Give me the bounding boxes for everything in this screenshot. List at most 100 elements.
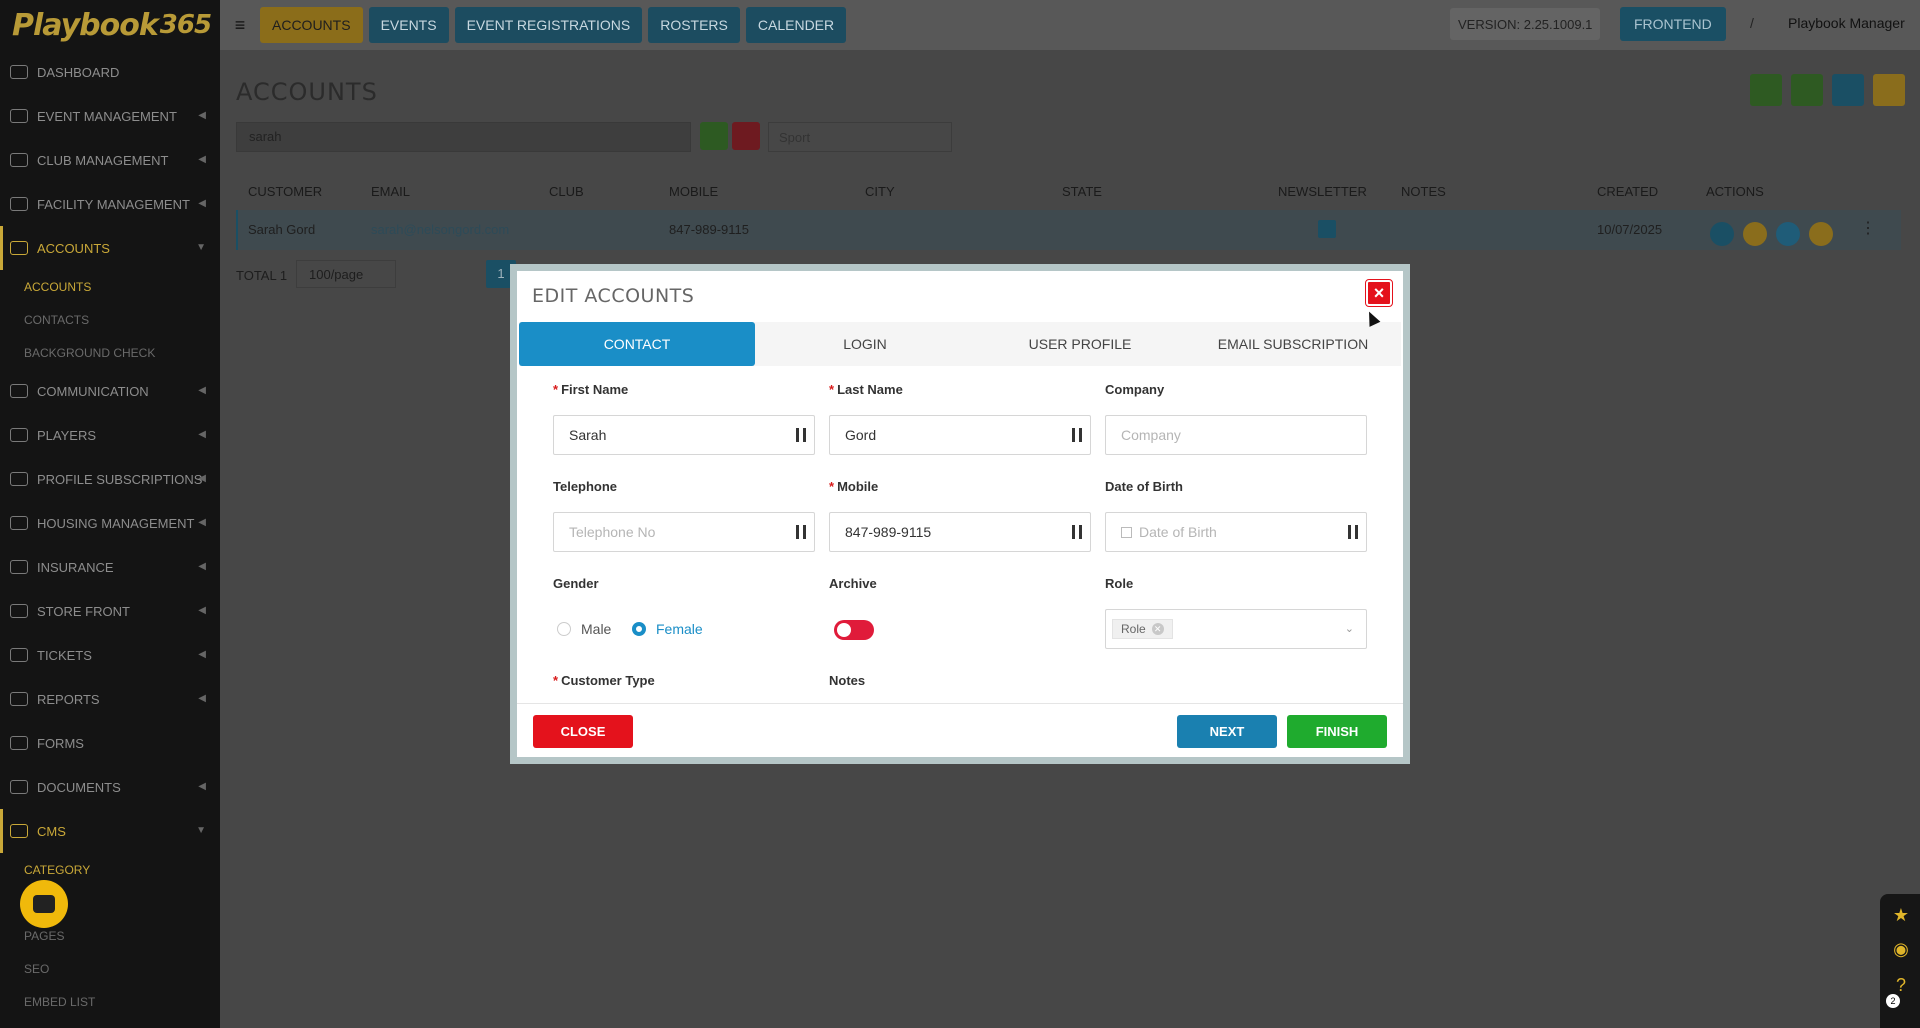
sidebar-item-label: CLUB MANAGEMENT (37, 152, 169, 168)
sidebar: Playbook 365 DASHBOARD EVENT MANAGEMENT ◀ … (0, 0, 220, 1028)
first-name-field[interactable]: Sarah (553, 415, 815, 455)
finish-button[interactable]: FINISH (1287, 715, 1387, 748)
tab-email-subscription[interactable]: EMAIL SUBSCRIPTION (1185, 322, 1401, 366)
filter-icon[interactable] (1873, 74, 1905, 106)
chevron-left-icon: ◀ (198, 385, 206, 396)
tab-contact[interactable]: CONTACT (519, 322, 755, 366)
sport-select[interactable]: Sport (768, 122, 952, 152)
search-icon[interactable] (700, 122, 728, 150)
cell-email[interactable]: sarah@nelsongord.com (371, 222, 509, 237)
subscription-icon (10, 472, 28, 486)
sidebar-item-label: FACILITY MANAGEMENT (37, 196, 190, 212)
sidebar-item-players[interactable]: PLAYERS ◀ (0, 413, 220, 457)
role-select[interactable]: Role ✕ ⌄ (1105, 609, 1367, 649)
page-title: ACCOUNTS (236, 78, 378, 106)
chevron-left-icon: ◀ (198, 154, 206, 165)
sidebar-item-profile-subscriptions[interactable]: PROFILE SUBSCRIPTIONS ◀ (0, 457, 220, 501)
calendar-icon (1121, 527, 1132, 538)
edit-icon[interactable] (1710, 222, 1734, 246)
sidebar-item-facility-management[interactable]: FACILITY MANAGEMENT ◀ (0, 182, 220, 226)
company-field[interactable]: Company (1105, 415, 1367, 455)
mobile-field[interactable]: 847-989-9115 (829, 512, 1091, 552)
dob-field[interactable]: Date of Birth (1105, 512, 1367, 552)
sidebar-item-tickets[interactable]: TICKETS ◀ (0, 633, 220, 677)
column-header: NEWSLETTER (1278, 184, 1367, 199)
next-button[interactable]: NEXT (1177, 715, 1277, 748)
sidebar-item-reports[interactable]: REPORTS ◀ (0, 677, 220, 721)
newsletter-checkbox[interactable] (1318, 220, 1336, 238)
sidebar-item-dashboard[interactable]: DASHBOARD (0, 50, 220, 94)
sidebar-item-label: COMMUNICATION (37, 383, 149, 399)
sidebar-subitem-category[interactable]: CATEGORY (0, 853, 220, 886)
broadcast-icon[interactable]: ◉ (1892, 940, 1910, 958)
accounts-icon (10, 241, 28, 255)
location-icon[interactable] (1776, 222, 1800, 246)
top-navbar: ≡ ACCOUNTS EVENTS EVENT REGISTRATIONS RO… (220, 0, 1920, 50)
sidebar-item-label: INSURANCE (37, 559, 114, 575)
sidebar-item-insurance[interactable]: INSURANCE ◀ (0, 545, 220, 589)
add-icon[interactable] (1832, 74, 1864, 106)
sidebar-item-forms[interactable]: FORMS (0, 721, 220, 765)
per-page-select[interactable]: 100/page (296, 260, 396, 288)
chevron-down-icon: ▼ (196, 825, 206, 836)
sidebar-item-label: ACCOUNTS (37, 240, 110, 256)
last-name-field[interactable]: Gord (829, 415, 1091, 455)
cell-customer: Sarah Gord (248, 222, 316, 237)
gender-female-radio[interactable]: Female (632, 621, 703, 637)
gender-male-radio[interactable]: Male (557, 621, 611, 637)
insurance-icon (10, 560, 28, 574)
sidebar-subitem-seo[interactable]: SEO (0, 952, 220, 985)
app-logo[interactable]: Playbook 365 (0, 0, 220, 50)
user-menu[interactable]: Playbook Manager (1788, 15, 1905, 31)
sidebar-item-accounts[interactable]: ACCOUNTS ▼ (0, 226, 220, 270)
sidebar-item-communication[interactable]: COMMUNICATION ◀ (0, 369, 220, 413)
close-button[interactable]: CLOSE (533, 715, 633, 748)
archive-toggle[interactable] (834, 620, 874, 640)
sidebar-item-label: DOCUMENTS (37, 779, 121, 795)
columns-icon (796, 525, 806, 539)
tab-login[interactable]: LOGIN (755, 322, 975, 366)
role-chip: Role ✕ (1112, 619, 1173, 639)
sidebar-item-store-front[interactable]: STORE FRONT ◀ (0, 589, 220, 633)
topnav-event-registrations-button[interactable]: EVENT REGISTRATIONS (454, 7, 643, 43)
column-header: CUSTOMER (248, 184, 323, 199)
topnav-events-button[interactable]: EVENTS (368, 7, 449, 43)
sidebar-subitem-background-check[interactable]: BACKGROUND CHECK (0, 336, 220, 369)
sidebar-subitem-accounts[interactable]: ACCOUNTS (0, 270, 220, 303)
topnav-rosters-button[interactable]: ROSTERS (648, 7, 740, 43)
ticket-icon (10, 648, 28, 662)
chat-launcher-button[interactable] (20, 880, 68, 928)
sidebar-subitem-contacts[interactable]: CONTACTS (0, 303, 220, 336)
telephone-field[interactable]: Telephone No (553, 512, 815, 552)
customer-type-label: * Customer Type (553, 673, 655, 688)
sidebar-item-event-management[interactable]: EVENT MANAGEMENT ◀ (0, 94, 220, 138)
search-input[interactable]: sarah (236, 122, 691, 152)
frontend-button[interactable]: FRONTEND (1620, 7, 1726, 41)
modal-tabs: CONTACT LOGIN USER PROFILE EMAIL SUBSCRI… (519, 322, 1401, 366)
topnav-accounts-button[interactable]: ACCOUNTS (260, 7, 363, 43)
cloud-download-icon[interactable] (1791, 74, 1823, 106)
hamburger-menu-icon[interactable]: ≡ (220, 15, 260, 36)
refresh-icon[interactable] (732, 122, 760, 150)
sidebar-item-club-management[interactable]: CLUB MANAGEMENT ◀ (0, 138, 220, 182)
announce-icon[interactable] (1809, 222, 1833, 246)
club-icon (10, 153, 28, 167)
cloud-upload-icon[interactable] (1750, 74, 1782, 106)
message-icon[interactable] (1743, 222, 1767, 246)
sidebar-item-housing-management[interactable]: HOUSING MANAGEMENT ◀ (0, 501, 220, 545)
sidebar-subitem-embed-list[interactable]: EMBED LIST (0, 985, 220, 1018)
help-icon[interactable]: ? (1892, 976, 1910, 994)
facility-icon (10, 197, 28, 211)
company-label: Company (1105, 382, 1165, 397)
tab-user-profile[interactable]: USER PROFILE (975, 322, 1185, 366)
remove-chip-icon[interactable]: ✕ (1151, 623, 1164, 635)
sidebar-item-cms[interactable]: CMS ▼ (0, 809, 220, 853)
column-header: CITY (865, 184, 895, 199)
topnav-calender-button[interactable]: CALENDER (745, 7, 847, 43)
sidebar-subitem-label: EMBED LIST (24, 994, 96, 1009)
more-vertical-icon[interactable]: ⋮ (1860, 218, 1876, 238)
star-icon[interactable]: ★ (1892, 906, 1910, 924)
table-row[interactable]: Sarah Gord sarah@nelsongord.com 847-989-… (236, 210, 1901, 250)
sidebar-item-documents[interactable]: DOCUMENTS ◀ (0, 765, 220, 809)
close-icon[interactable]: × (1365, 279, 1393, 307)
